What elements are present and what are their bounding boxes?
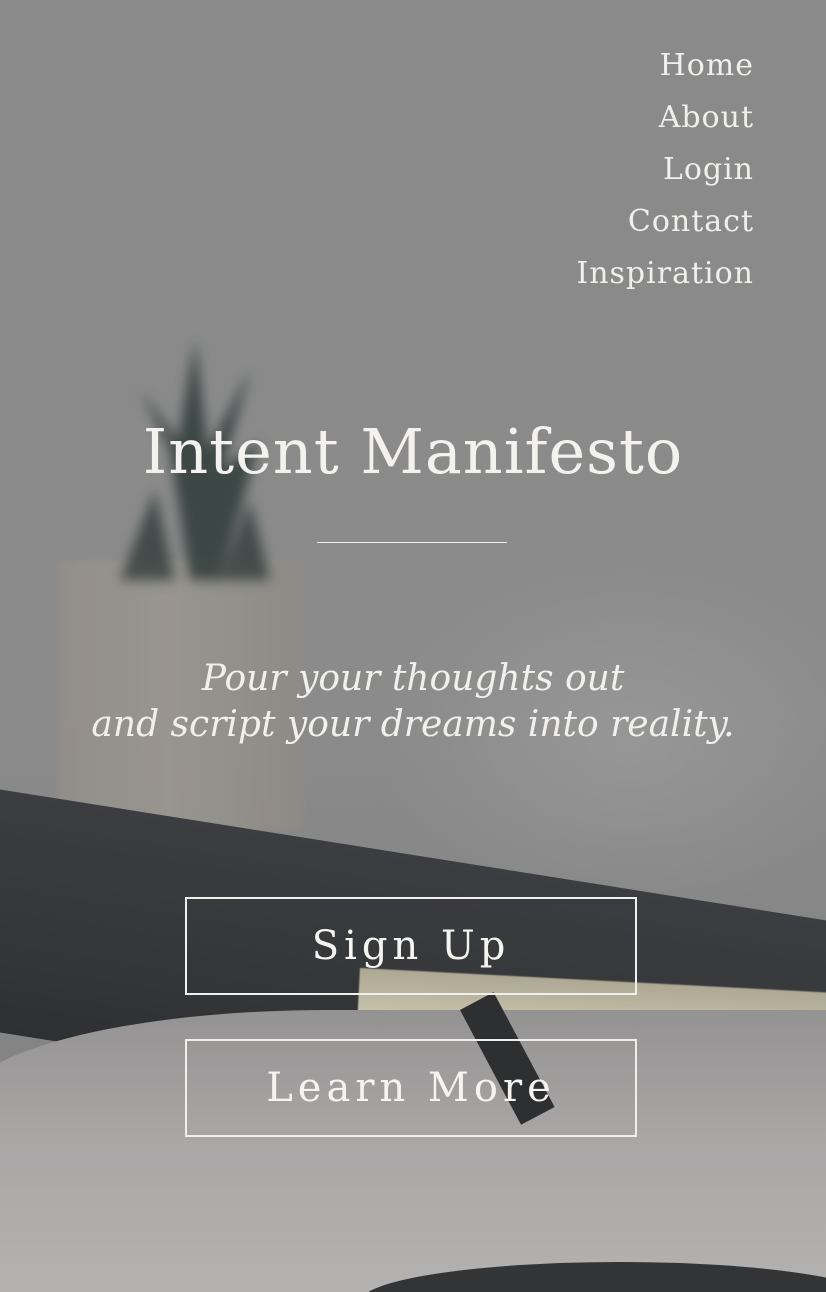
nav-item-contact[interactable]: Contact bbox=[576, 196, 754, 248]
page-title: Intent Manifesto bbox=[142, 415, 684, 488]
learn-more-button-label: Learn More bbox=[266, 1065, 556, 1111]
title-divider bbox=[317, 542, 507, 543]
tagline-line-1: Pour your thoughts out bbox=[201, 658, 625, 699]
nav-item-home[interactable]: Home bbox=[576, 40, 754, 92]
sign-up-button[interactable]: Sign Up bbox=[185, 897, 637, 995]
sign-up-button-label: Sign Up bbox=[311, 923, 511, 969]
nav-item-inspiration[interactable]: Inspiration bbox=[576, 248, 754, 300]
main-nav: Home About Login Contact Inspiration bbox=[576, 40, 754, 300]
learn-more-button[interactable]: Learn More bbox=[185, 1039, 637, 1137]
tagline: Pour your thoughts out and script your d… bbox=[0, 656, 826, 748]
nav-item-about[interactable]: About bbox=[576, 92, 754, 144]
tagline-line-2: and script your dreams into reality. bbox=[91, 704, 735, 745]
nav-item-login[interactable]: Login bbox=[576, 144, 754, 196]
